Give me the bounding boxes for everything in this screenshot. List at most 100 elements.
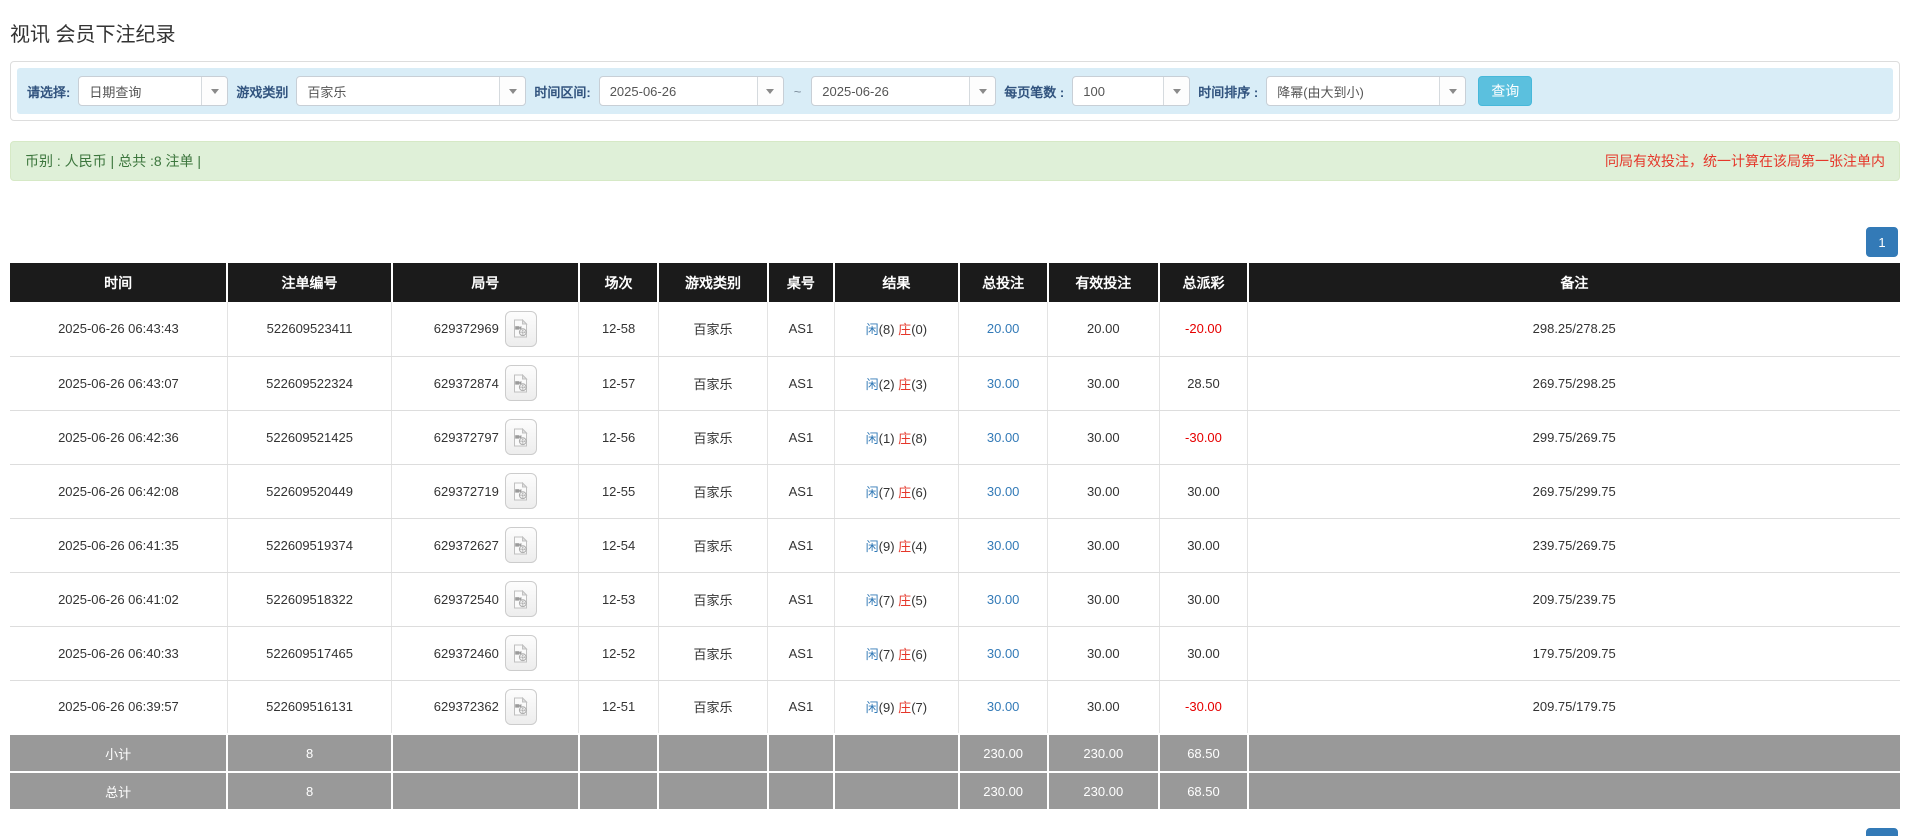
page-size-label: 每页笔数 : bbox=[1004, 84, 1065, 100]
chevron-down-icon[interactable] bbox=[201, 77, 228, 105]
cell-time: 2025-06-26 06:40:33 bbox=[10, 626, 228, 681]
player-result-label: 闲 bbox=[865, 700, 879, 716]
cell-table-no: AS1 bbox=[767, 518, 835, 573]
time-sort-label: 时间排序 : bbox=[1198, 84, 1259, 100]
table-row: 2025-06-26 06:39:57 522609516131 629372362… bbox=[10, 680, 1900, 735]
grand-total-row: 总计 8 230.00 230.00 68.50 bbox=[10, 771, 1900, 811]
footer-payout: 68.50 bbox=[1158, 771, 1249, 811]
cell-table-no: AS1 bbox=[767, 356, 835, 411]
total-bet-link[interactable]: 30.00 bbox=[987, 538, 1020, 553]
total-bet-link[interactable]: 30.00 bbox=[987, 376, 1020, 391]
cell-valid-bet: 30.00 bbox=[1047, 626, 1160, 681]
video-replay-button[interactable] bbox=[504, 365, 537, 401]
page-1-button-bottom[interactable]: 1 bbox=[1866, 828, 1898, 836]
total-bet-link[interactable]: 30.00 bbox=[987, 646, 1020, 661]
cell-remark: 269.75/298.25 bbox=[1247, 356, 1900, 411]
chevron-down-icon[interactable] bbox=[756, 77, 783, 105]
video-file-icon bbox=[514, 643, 529, 662]
footer-empty bbox=[577, 771, 660, 811]
footer-empty bbox=[390, 771, 580, 811]
cell-total-bet: 20.00 bbox=[958, 302, 1049, 357]
query-button[interactable]: 查询 bbox=[1478, 76, 1533, 106]
cell-game-type: 百家乐 bbox=[658, 302, 769, 357]
cell-time: 2025-06-26 06:41:02 bbox=[10, 572, 228, 627]
player-result-label: 闲 bbox=[865, 592, 879, 608]
banker-result-value: (4) bbox=[911, 538, 928, 554]
chevron-down-icon[interactable] bbox=[1439, 77, 1466, 105]
page-1-button[interactable]: 1 bbox=[1866, 227, 1898, 257]
player-result-label: 闲 bbox=[865, 484, 879, 500]
summary-bar: 币别 : 人民币 | 总共 :8 注单 | 同局有效投注，统一计算在该局第一张注… bbox=[10, 141, 1900, 181]
cell-total-bet: 30.00 bbox=[958, 572, 1049, 627]
video-replay-button[interactable] bbox=[504, 473, 537, 509]
time-sort-dropdown[interactable]: 降幂(由大到小) bbox=[1266, 76, 1467, 106]
cell-payout: -30.00 bbox=[1159, 680, 1249, 735]
bet-records-table: 时间 注单编号 局号 场次 游戏类别 桌号 结果 总投注 有效投注 总派彩 备注 2025-06-2… bbox=[10, 263, 1900, 811]
cell-total-bet: 30.00 bbox=[958, 518, 1049, 573]
game-type-dropdown[interactable]: 百家乐 bbox=[296, 76, 527, 106]
player-result-value: (7) bbox=[878, 484, 895, 500]
video-replay-button[interactable] bbox=[504, 688, 537, 725]
cell-table-no: AS1 bbox=[767, 464, 835, 519]
cell-bet-id: 522609521425 bbox=[227, 410, 393, 465]
table-header: 时间 注单编号 局号 场次 游戏类别 桌号 结果 总投注 有效投注 总派彩 备注 bbox=[10, 263, 1900, 302]
column-header: 结果 bbox=[834, 263, 960, 302]
table-row: 2025-06-26 06:41:02 522609518322 629372540… bbox=[10, 572, 1900, 627]
cell-remark: 269.75/299.75 bbox=[1247, 464, 1900, 519]
cell-session: 12-55 bbox=[578, 464, 659, 519]
round-id-text: 629372540 bbox=[433, 591, 499, 607]
video-replay-button[interactable] bbox=[504, 310, 537, 347]
total-bet-link[interactable]: 20.00 bbox=[987, 321, 1020, 336]
round-id-text: 629372797 bbox=[433, 429, 499, 445]
cell-payout: 30.00 bbox=[1159, 518, 1249, 573]
total-bet-link[interactable]: 30.00 bbox=[987, 592, 1020, 607]
player-result-label: 闲 bbox=[865, 322, 879, 338]
cell-session: 12-54 bbox=[578, 518, 659, 573]
footer-valid-bet: 230.00 bbox=[1046, 771, 1161, 811]
page-size-dropdown[interactable]: 100 bbox=[1072, 76, 1191, 106]
banker-result-label: 庄 bbox=[898, 430, 912, 446]
chevron-down-icon[interactable] bbox=[969, 77, 996, 105]
round-id-text: 629372627 bbox=[433, 537, 499, 553]
video-replay-button[interactable] bbox=[504, 635, 537, 671]
filter-panel: 请选择: 日期查询 游戏类别 百家乐 时间区间: 2025-06-26 ~ 20… bbox=[10, 61, 1900, 121]
summary-currency-total: 币别 : 人民币 | 总共 :8 注单 | bbox=[25, 153, 202, 169]
cell-result: 闲(9) 庄(7) bbox=[834, 680, 960, 735]
cell-time: 2025-06-26 06:43:07 bbox=[10, 356, 228, 411]
chevron-down-icon[interactable] bbox=[499, 77, 526, 105]
cell-bet-id: 522609516131 bbox=[227, 680, 393, 735]
banker-result-value: (5) bbox=[911, 592, 928, 608]
cell-bet-id: 522609520449 bbox=[227, 464, 393, 519]
banker-result-label: 庄 bbox=[898, 376, 912, 392]
table-footer: 小计 8 230.00 230.00 68.50 总计 8 230.00 230.00 68.50 bbox=[10, 733, 1900, 811]
total-bet-link[interactable]: 30.00 bbox=[987, 430, 1020, 445]
video-replay-button[interactable] bbox=[504, 527, 537, 563]
banker-result-label: 庄 bbox=[898, 592, 912, 608]
cell-result: 闲(7) 庄(6) bbox=[834, 626, 960, 681]
banker-result-value: (6) bbox=[911, 484, 928, 500]
banker-result-label: 庄 bbox=[898, 322, 912, 338]
date-to-dropdown[interactable]: 2025-06-26 bbox=[811, 76, 997, 106]
date-from-dropdown[interactable]: 2025-06-26 bbox=[598, 76, 784, 106]
footer-total-bet: 230.00 bbox=[957, 771, 1049, 811]
banker-result-value: (8) bbox=[911, 430, 928, 446]
video-replay-button[interactable] bbox=[504, 581, 537, 617]
cell-remark: 299.75/269.75 bbox=[1247, 410, 1900, 465]
column-header: 桌号 bbox=[767, 263, 836, 302]
player-result-value: (9) bbox=[878, 700, 895, 716]
cell-game-type: 百家乐 bbox=[658, 356, 769, 411]
cell-round-id: 629372719 bbox=[391, 464, 580, 519]
chevron-down-icon[interactable] bbox=[1163, 77, 1190, 105]
date-to-value: 2025-06-26 bbox=[822, 83, 889, 99]
video-replay-button[interactable] bbox=[504, 419, 537, 455]
column-header: 总投注 bbox=[958, 263, 1049, 302]
cell-game-type: 百家乐 bbox=[658, 572, 769, 627]
select-type-dropdown[interactable]: 日期查询 bbox=[78, 76, 229, 106]
cell-total-bet: 30.00 bbox=[958, 680, 1049, 735]
cell-valid-bet: 30.00 bbox=[1047, 572, 1160, 627]
total-bet-link[interactable]: 30.00 bbox=[987, 699, 1020, 714]
video-file-icon bbox=[514, 319, 529, 338]
cell-result: 闲(2) 庄(3) bbox=[834, 356, 960, 411]
total-bet-link[interactable]: 30.00 bbox=[987, 484, 1020, 499]
cell-bet-id: 522609523411 bbox=[227, 302, 393, 357]
